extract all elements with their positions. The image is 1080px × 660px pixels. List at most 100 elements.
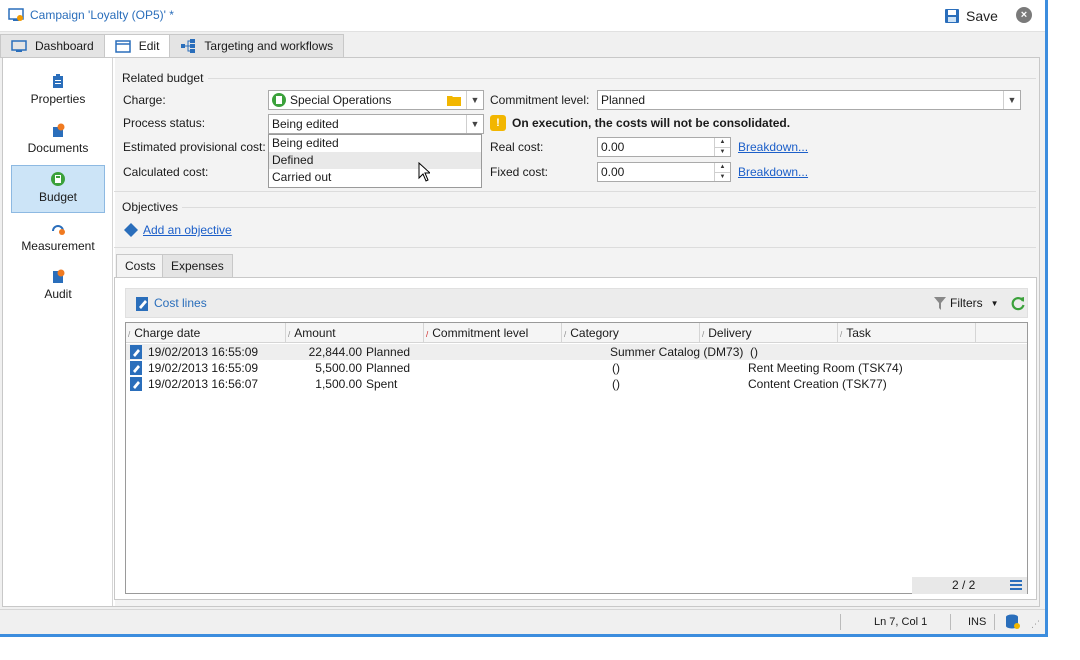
tab-edit[interactable]: Edit xyxy=(103,34,171,58)
tab-costs-label: Costs xyxy=(125,259,156,273)
column-header-commitment-level[interactable]: / Commitment level xyxy=(426,326,528,340)
real-cost-input[interactable]: 0.00 ▲ ▼ xyxy=(597,137,731,157)
tab-costs[interactable]: Costs xyxy=(116,254,165,278)
cell-commitment-level: Planned xyxy=(366,361,411,375)
tab-dashboard-label: Dashboard xyxy=(35,39,94,53)
filters-button[interactable]: Filters ▼ xyxy=(934,296,999,310)
column-header-category[interactable]: / Category xyxy=(564,326,619,340)
table-row[interactable]: 19/02/2013 16:56:07 1,500.00 Spent () Co… xyxy=(126,376,1027,392)
sidebar-item-audit[interactable]: Audit xyxy=(11,263,105,311)
sidebar-item-label: Properties xyxy=(30,92,86,106)
status-divider xyxy=(994,614,995,630)
cell-delivery: () xyxy=(612,361,620,375)
column-divider[interactable] xyxy=(561,323,562,343)
calculator-icon xyxy=(51,172,65,186)
column-label: Commitment level xyxy=(432,326,529,340)
costs-panel: Cost lines Filters ▼ / Charge date / Amoun… xyxy=(114,277,1037,600)
column-header-charge-date[interactable]: / Charge date xyxy=(128,326,200,340)
status-divider xyxy=(950,614,951,630)
column-header-delivery[interactable]: / Delivery xyxy=(702,326,752,340)
process-status-dropdown: Being edited Defined Carried out xyxy=(268,134,482,188)
cell-commitment-level: Spent xyxy=(366,377,398,391)
table-row[interactable]: 19/02/2013 16:55:09 5,500.00 Planned () … xyxy=(126,360,1027,376)
fixed-cost-label: Fixed cost: xyxy=(490,165,549,179)
dropdown-option[interactable]: Defined xyxy=(269,152,481,169)
commitment-level-select[interactable]: Planned ▼ xyxy=(597,90,1021,110)
status-divider xyxy=(840,614,841,630)
chevron-down-icon[interactable]: ▼ xyxy=(1003,91,1020,109)
cell-charge-date: 19/02/2013 16:56:07 xyxy=(148,377,259,391)
monitor-icon xyxy=(11,39,27,52)
tab-dashboard[interactable]: Dashboard xyxy=(0,34,105,58)
sidebar-item-budget[interactable]: Budget xyxy=(11,165,105,213)
column-label: Category xyxy=(570,326,619,340)
cell-amount: 1,500.00 xyxy=(315,377,362,391)
floppy-disk-icon xyxy=(945,9,959,23)
column-divider[interactable] xyxy=(285,323,286,343)
list-menu-icon[interactable] xyxy=(1010,580,1022,591)
column-header-amount[interactable]: / Amount xyxy=(288,326,336,340)
audit-icon xyxy=(53,269,65,283)
main-tabs: Dashboard Edit Targeting and workflows xyxy=(0,34,345,58)
edit-document-icon xyxy=(130,345,142,359)
section-divider xyxy=(208,78,1036,79)
cell-delivery: () xyxy=(750,345,758,359)
tab-targeting-and-workflows[interactable]: Targeting and workflows xyxy=(169,34,345,58)
window-title: Campaign 'Loyalty (OP5)' * xyxy=(30,8,174,22)
process-status-select[interactable]: Being edited ▼ xyxy=(268,114,484,134)
fixed-cost-breakdown-link[interactable]: Breakdown... xyxy=(738,165,808,179)
cell-task: Content Creation (TSK77) xyxy=(748,377,887,391)
resize-grip-icon[interactable]: ⋰ xyxy=(1031,619,1040,630)
fixed-cost-stepper[interactable]: ▲ ▼ xyxy=(714,163,730,181)
cell-charge-date: 19/02/2013 16:55:09 xyxy=(148,345,259,359)
column-divider[interactable] xyxy=(699,323,700,343)
real-cost-breakdown-link[interactable]: Breakdown... xyxy=(738,140,808,154)
dropdown-option[interactable]: Carried out xyxy=(269,169,481,186)
commitment-level-value: Planned xyxy=(601,93,646,107)
folder-icon[interactable] xyxy=(447,94,461,106)
sidebar-item-measurement[interactable]: Measurement xyxy=(11,215,105,263)
add-objective-link[interactable]: Add an objective xyxy=(143,223,232,237)
dropdown-option[interactable]: Being edited xyxy=(269,135,481,152)
measurement-icon xyxy=(52,225,65,235)
charge-select[interactable]: Special Operations ▼ xyxy=(268,90,484,110)
save-button[interactable]: Save xyxy=(944,6,998,26)
commitment-level-label: Commitment level: xyxy=(490,93,590,107)
tab-edit-label: Edit xyxy=(138,39,160,53)
warning-icon: ! xyxy=(490,115,506,131)
process-status-value: Being edited xyxy=(272,117,339,131)
column-label: Delivery xyxy=(708,326,752,340)
campaign-icon xyxy=(8,8,24,21)
chevron-down-icon[interactable]: ▼ xyxy=(466,91,483,109)
chevron-down-icon[interactable]: ▼ xyxy=(466,115,483,133)
cell-task: Rent Meeting Room (TSK74) xyxy=(748,361,903,375)
chevron-down-icon: ▼ xyxy=(990,298,999,308)
column-header-task[interactable]: / Task xyxy=(840,326,871,340)
cell-charge-date: 19/02/2013 16:55:09 xyxy=(148,361,259,375)
table-row[interactable]: 19/02/2013 16:55:09 22,844.00 Planned Su… xyxy=(126,344,1027,360)
section-divider xyxy=(182,207,1036,208)
section-divider xyxy=(114,191,1036,192)
cell-category: Summer Catalog (DM73) xyxy=(610,345,744,359)
column-divider[interactable] xyxy=(975,323,976,343)
fixed-cost-input[interactable]: 0.00 ▲ ▼ xyxy=(597,162,731,182)
application-window: Campaign 'Loyalty (OP5)' * Save × Dashbo… xyxy=(0,0,1048,637)
column-divider[interactable] xyxy=(837,323,838,343)
mouse-cursor-icon xyxy=(418,162,430,182)
tab-expenses[interactable]: Expenses xyxy=(162,254,233,278)
sidebar-item-properties[interactable]: Properties xyxy=(11,68,105,116)
sidebar-item-label: Documents xyxy=(27,141,89,155)
cursor-position: Ln 7, Col 1 xyxy=(874,616,928,628)
refresh-icon[interactable] xyxy=(1010,295,1026,311)
column-divider[interactable] xyxy=(423,323,424,343)
objectives-heading: Objectives xyxy=(122,200,179,214)
cell-amount: 5,500.00 xyxy=(315,361,362,375)
close-icon[interactable]: × xyxy=(1016,7,1032,23)
status-bar: Ln 7, Col 1 INS ⋰ xyxy=(0,609,1045,634)
real-cost-stepper[interactable]: ▲ ▼ xyxy=(714,138,730,156)
estimated-cost-label: Estimated provisional cost: xyxy=(123,140,266,154)
filters-label: Filters xyxy=(950,296,983,310)
form-icon xyxy=(114,39,131,53)
save-button-label: Save xyxy=(966,8,998,24)
sidebar-item-documents[interactable]: Documents xyxy=(11,117,105,165)
